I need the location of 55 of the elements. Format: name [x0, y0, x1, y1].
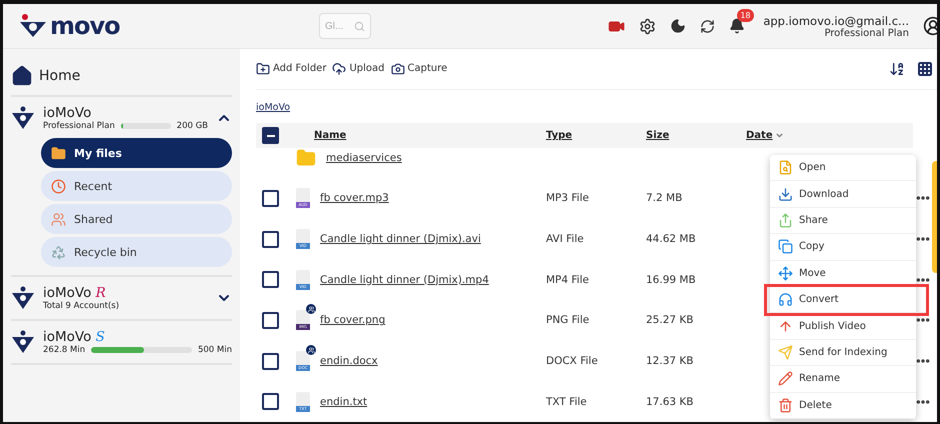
menu-item[interactable]: Send for Indexing: [770, 340, 916, 366]
minutes-used: 262.8 Min: [43, 345, 86, 355]
menu-item[interactable]: Convert: [767, 286, 926, 314]
toolbar-button[interactable]: Add Folder: [256, 62, 326, 76]
account-name: ioMoVo: [43, 105, 92, 121]
file-name[interactable]: fb cover.mp3: [320, 192, 389, 204]
breadcrumb-link[interactable]: ioMoVo: [256, 102, 290, 113]
file-size: 12.37 KB: [646, 355, 694, 368]
storage-total: 200 GB: [176, 121, 208, 131]
file-name[interactable]: Candle light dinner (Djmix).avi: [320, 233, 481, 246]
file-type: MP3 File: [546, 192, 590, 204]
file-type: MP4 File: [546, 274, 590, 286]
file-type: DOCX File: [546, 355, 599, 368]
file-size: 25.27 KB: [646, 314, 694, 326]
sidebar-item[interactable]: Recycle bin: [41, 237, 232, 267]
sidebar-item[interactable]: Shared: [41, 204, 232, 234]
minutes-total: 500 Min: [198, 345, 232, 355]
file-name[interactable]: fb cover.png: [320, 314, 386, 326]
menu-item[interactable]: Rename: [770, 366, 916, 393]
file-type: AVI File: [546, 233, 585, 246]
file-size: 17.63 KB: [646, 396, 694, 408]
account-email: app.iomovo.io@gmail.c...: [763, 14, 909, 28]
menu-item[interactable]: Publish Video: [770, 313, 916, 340]
menu-item[interactable]: Download: [770, 181, 916, 208]
sidebar-item[interactable]: Recent: [41, 171, 232, 201]
file-name[interactable]: mediaservices: [326, 152, 402, 164]
file-size: 7.2 MB: [646, 192, 684, 204]
account-name: ioMoVo S: [43, 329, 106, 345]
menu-item[interactable]: Move: [770, 260, 916, 287]
sidebar-item[interactable]: My files: [41, 138, 232, 168]
file-type: TXT File: [546, 396, 588, 408]
column-header[interactable]: Size: [646, 130, 746, 142]
file-type: PNG File: [546, 314, 590, 326]
account-plan: Professional Plan: [824, 28, 909, 38]
home-link[interactable]: Home: [39, 68, 80, 84]
file-name[interactable]: endin.docx: [320, 355, 378, 368]
search-field[interactable]: Gl...: [319, 13, 371, 39]
column-header[interactable]: Date: [746, 130, 913, 142]
menu-item[interactable]: Copy: [770, 234, 916, 261]
account-name: ioMoVo R: [43, 285, 107, 301]
account-count: Total 9 Account(s): [43, 301, 120, 311]
toolbar-button[interactable]: Capture: [390, 62, 448, 76]
file-size: 16.99 MB: [646, 274, 697, 286]
menu-item[interactable]: Open: [770, 155, 916, 182]
notification-count: 18: [737, 9, 754, 22]
file-name[interactable]: Candle light dinner (Djmix).mp4: [320, 274, 489, 286]
menu-item[interactable]: Delete: [770, 392, 916, 419]
file-size: 44.62 MB: [646, 233, 697, 246]
column-header[interactable]: Name: [314, 130, 546, 142]
logo-text: movo: [50, 12, 120, 40]
menu-item[interactable]: Share: [770, 208, 916, 234]
column-header[interactable]: Type: [546, 130, 646, 142]
file-name[interactable]: endin.txt: [320, 396, 368, 408]
plan-label: Professional Plan: [43, 121, 115, 131]
toolbar-button[interactable]: Upload: [332, 62, 384, 76]
